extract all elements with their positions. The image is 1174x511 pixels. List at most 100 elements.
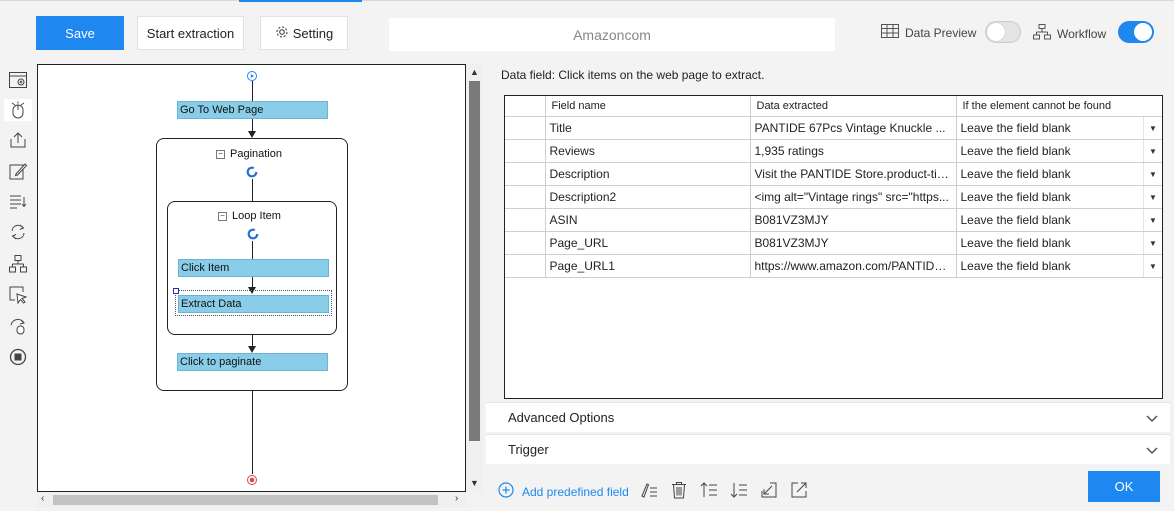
go-to-web-page-step[interactable]: Go To Web Page	[177, 101, 328, 119]
move-up-icon[interactable]	[699, 480, 719, 500]
fallback-select[interactable]: Leave the field blank ▼	[955, 139, 1162, 163]
rename-field-icon[interactable]	[639, 480, 659, 500]
table-row[interactable]: ASIN B081VZ3MJY Leave the field blank ▼	[505, 208, 1162, 232]
click-item-step[interactable]: Click Item	[178, 259, 329, 277]
chevron-down-icon[interactable]: ▼	[1143, 140, 1162, 162]
chevron-down-icon[interactable]: ▼	[1143, 186, 1162, 208]
import-field-icon[interactable]	[759, 480, 779, 500]
canvas-horizontal-scrollbar[interactable]: ‹ ›	[37, 492, 466, 508]
field-name-cell[interactable]: ASIN	[544, 208, 751, 232]
cursor-select-icon[interactable]	[7, 284, 29, 306]
field-name-cell[interactable]: Reviews	[544, 139, 751, 163]
field-name-cell[interactable]: Page_URL	[544, 231, 751, 255]
extract-data-step[interactable]: Extract Data	[178, 295, 329, 313]
collapse-icon[interactable]: −	[216, 149, 225, 159]
setting-button[interactable]: Setting	[260, 16, 348, 50]
data-preview-toggle[interactable]	[985, 21, 1021, 43]
save-button[interactable]: Save	[36, 16, 124, 50]
scroll-down-icon[interactable]: ▼	[470, 478, 479, 488]
table-row[interactable]: Description2 <img alt="Vintage rings" sr…	[505, 185, 1162, 209]
start-extraction-button[interactable]: Start extraction	[137, 16, 244, 50]
row-handle[interactable]	[505, 208, 546, 232]
gear-icon	[275, 25, 289, 42]
workflow-toggle[interactable]	[1118, 21, 1154, 43]
scroll-up-icon[interactable]: ▲	[470, 67, 479, 77]
loop-item-label: Loop Item	[232, 210, 281, 222]
column-header-fallback[interactable]: If the element cannot be found	[955, 96, 1162, 117]
row-handle[interactable]	[505, 139, 546, 163]
click-to-paginate-step[interactable]: Click to paginate	[177, 353, 328, 371]
refresh-mouse-icon[interactable]	[7, 315, 29, 337]
scroll-right-icon[interactable]: ›	[455, 493, 458, 504]
fallback-select[interactable]: Leave the field blank ▼	[955, 231, 1162, 255]
scroll-thumb[interactable]	[53, 495, 438, 505]
chevron-down-icon[interactable]: ▼	[1143, 255, 1162, 277]
field-name-cell[interactable]: Page_URL1	[544, 254, 751, 278]
mouse-click-icon[interactable]	[4, 99, 32, 121]
data-extracted-cell[interactable]: https://www.amazon.com/PANTIDE...	[749, 254, 957, 278]
chevron-down-icon[interactable]: ▼	[1143, 232, 1162, 254]
advanced-options-section[interactable]: Advanced Options	[486, 402, 1170, 432]
row-handle[interactable]	[505, 254, 546, 278]
workflow-toggle-label: Workflow	[1033, 24, 1106, 43]
list-settings-icon[interactable]	[7, 190, 29, 212]
ok-button[interactable]: OK	[1088, 471, 1160, 502]
scroll-left-icon[interactable]: ‹	[41, 493, 44, 504]
chevron-down-icon[interactable]: ▼	[1143, 209, 1162, 231]
fallback-select[interactable]: Leave the field blank ▼	[955, 185, 1162, 209]
field-name-cell[interactable]: Description2	[544, 185, 751, 209]
data-extracted-cell[interactable]: B081VZ3MJY	[749, 208, 957, 232]
fallback-select[interactable]: Leave the field blank ▼	[955, 254, 1162, 278]
chevron-down-icon[interactable]	[1146, 443, 1158, 458]
table-header-row: Field name Data extracted If the element…	[505, 96, 1162, 117]
data-extracted-cell[interactable]: B081VZ3MJY	[749, 231, 957, 255]
chevron-down-icon[interactable]: ▼	[1143, 117, 1162, 139]
data-extracted-cell[interactable]: Visit the PANTIDE Store.product-titl...	[749, 162, 957, 186]
edit-icon[interactable]	[7, 160, 29, 182]
pagination-loop-group[interactable]: − Pagination − Loop Item Click Item Extr…	[156, 138, 348, 391]
plus-circle-icon	[498, 482, 514, 501]
canvas-vertical-scrollbar[interactable]: ▲ ▼	[466, 64, 483, 492]
row-handle[interactable]	[505, 185, 546, 209]
scroll-thumb[interactable]	[469, 81, 480, 441]
table-row[interactable]: Title PANTIDE 67Pcs Vintage Knuckle ... …	[505, 116, 1162, 140]
row-handle[interactable]	[505, 231, 546, 255]
column-header-field-name[interactable]: Field name	[544, 96, 751, 117]
table-row[interactable]: Reviews 1,935 ratings Leave the field bl…	[505, 139, 1162, 163]
export-icon[interactable]	[7, 129, 29, 151]
loop-icon[interactable]	[7, 221, 29, 243]
export-field-icon[interactable]	[789, 480, 809, 500]
toggle-knob	[987, 23, 1005, 41]
selection-handle[interactable]	[173, 288, 179, 294]
column-header-data-extracted[interactable]: Data extracted	[749, 96, 957, 117]
loop-item-group[interactable]: − Loop Item Click Item Extract Data	[167, 201, 337, 335]
add-predefined-field-button[interactable]: Add predefined field	[498, 482, 629, 501]
row-handle[interactable]	[505, 116, 546, 140]
data-extracted-cell[interactable]: <img alt="Vintage rings" src="https...	[749, 185, 957, 209]
move-down-icon[interactable]	[729, 480, 749, 500]
data-extracted-cell[interactable]: PANTIDE 67Pcs Vintage Knuckle ...	[749, 116, 957, 140]
stop-icon[interactable]	[7, 346, 29, 368]
workflow-canvas[interactable]: Go To Web Page − Pagination − Loop Item …	[37, 64, 466, 492]
chevron-down-icon[interactable]	[1146, 411, 1158, 426]
browser-add-icon[interactable]	[7, 69, 29, 91]
fallback-select[interactable]: Leave the field blank ▼	[955, 162, 1162, 186]
collapse-icon[interactable]: −	[218, 211, 227, 221]
branch-icon[interactable]	[7, 253, 29, 275]
field-name-cell[interactable]: Description	[544, 162, 751, 186]
table-row[interactable]: Page_URL1 https://www.amazon.com/PANTIDE…	[505, 254, 1162, 278]
fallback-value: Leave the field blank	[960, 213, 1071, 227]
table-row[interactable]: Page_URL B081VZ3MJY Leave the field blan…	[505, 231, 1162, 255]
table-row[interactable]: Description Visit the PANTIDE Store.prod…	[505, 162, 1162, 186]
row-handle[interactable]	[505, 162, 546, 186]
top-toolbar: Save Start extraction Setting Amazoncom …	[0, 0, 1174, 64]
trash-icon[interactable]	[669, 480, 689, 500]
chevron-down-icon[interactable]: ▼	[1143, 163, 1162, 185]
setting-label: Setting	[292, 25, 334, 41]
fallback-select[interactable]: Leave the field blank ▼	[955, 116, 1162, 140]
url-display[interactable]: Amazoncom	[389, 18, 835, 51]
field-name-cell[interactable]: Title	[544, 116, 751, 140]
data-extracted-cell[interactable]: 1,935 ratings	[749, 139, 957, 163]
fallback-select[interactable]: Leave the field blank ▼	[955, 208, 1162, 232]
trigger-section[interactable]: Trigger	[486, 434, 1170, 464]
